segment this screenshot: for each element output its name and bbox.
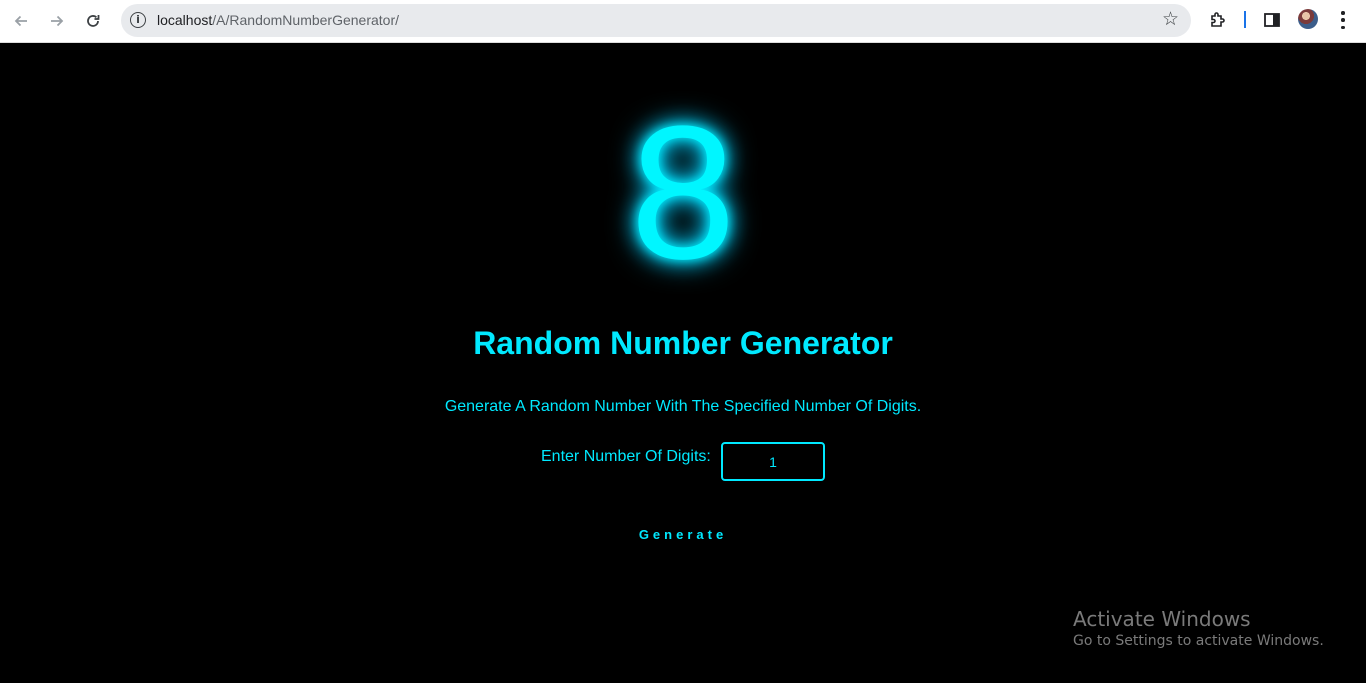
side-panel-button[interactable] — [1260, 8, 1284, 32]
generate-button[interactable]: Generate — [610, 521, 756, 547]
activate-windows-subtitle: Go to Settings to activate Windows. — [1073, 633, 1324, 649]
address-bar[interactable]: i localhost/A/RandomNumberGenerator/ ☆ — [121, 4, 1191, 37]
arrow-left-icon — [14, 15, 27, 27]
star-icon[interactable]: ☆ — [1162, 8, 1179, 30]
url-text[interactable]: localhost/A/RandomNumberGenerator/ — [157, 12, 399, 28]
page-subtitle: Generate A Random Number With The Specif… — [444, 398, 922, 415]
url-host: localhost — [157, 12, 213, 28]
reload-icon — [87, 15, 100, 27]
page-content: 8 Random Number Generator Generate A Ran… — [0, 43, 1366, 683]
digits-label: Enter Number Of Digits: — [541, 448, 711, 465]
reload-button[interactable] — [80, 8, 106, 34]
back-button[interactable] — [8, 8, 34, 34]
avatar[interactable] — [1298, 9, 1318, 29]
url-path: /A/RandomNumberGenerator/ — [212, 12, 400, 28]
kebab-menu-icon[interactable] — [1336, 9, 1350, 31]
side-panel-icon — [1264, 13, 1280, 27]
extensions-button[interactable] — [1206, 8, 1230, 32]
puzzle-icon — [1211, 12, 1225, 27]
page-title: Random Number Generator — [473, 325, 893, 361]
toolbar-divider — [1244, 11, 1246, 28]
forward-button[interactable] — [44, 8, 70, 34]
info-icon[interactable]: i — [130, 12, 146, 28]
arrow-right-icon — [51, 15, 64, 27]
browser-toolbar: i localhost/A/RandomNumberGenerator/ ☆ — [0, 0, 1366, 43]
random-number-display: 8 — [630, 87, 736, 299]
activate-windows-title: Activate Windows — [1073, 607, 1251, 631]
digits-input[interactable] — [721, 442, 825, 481]
